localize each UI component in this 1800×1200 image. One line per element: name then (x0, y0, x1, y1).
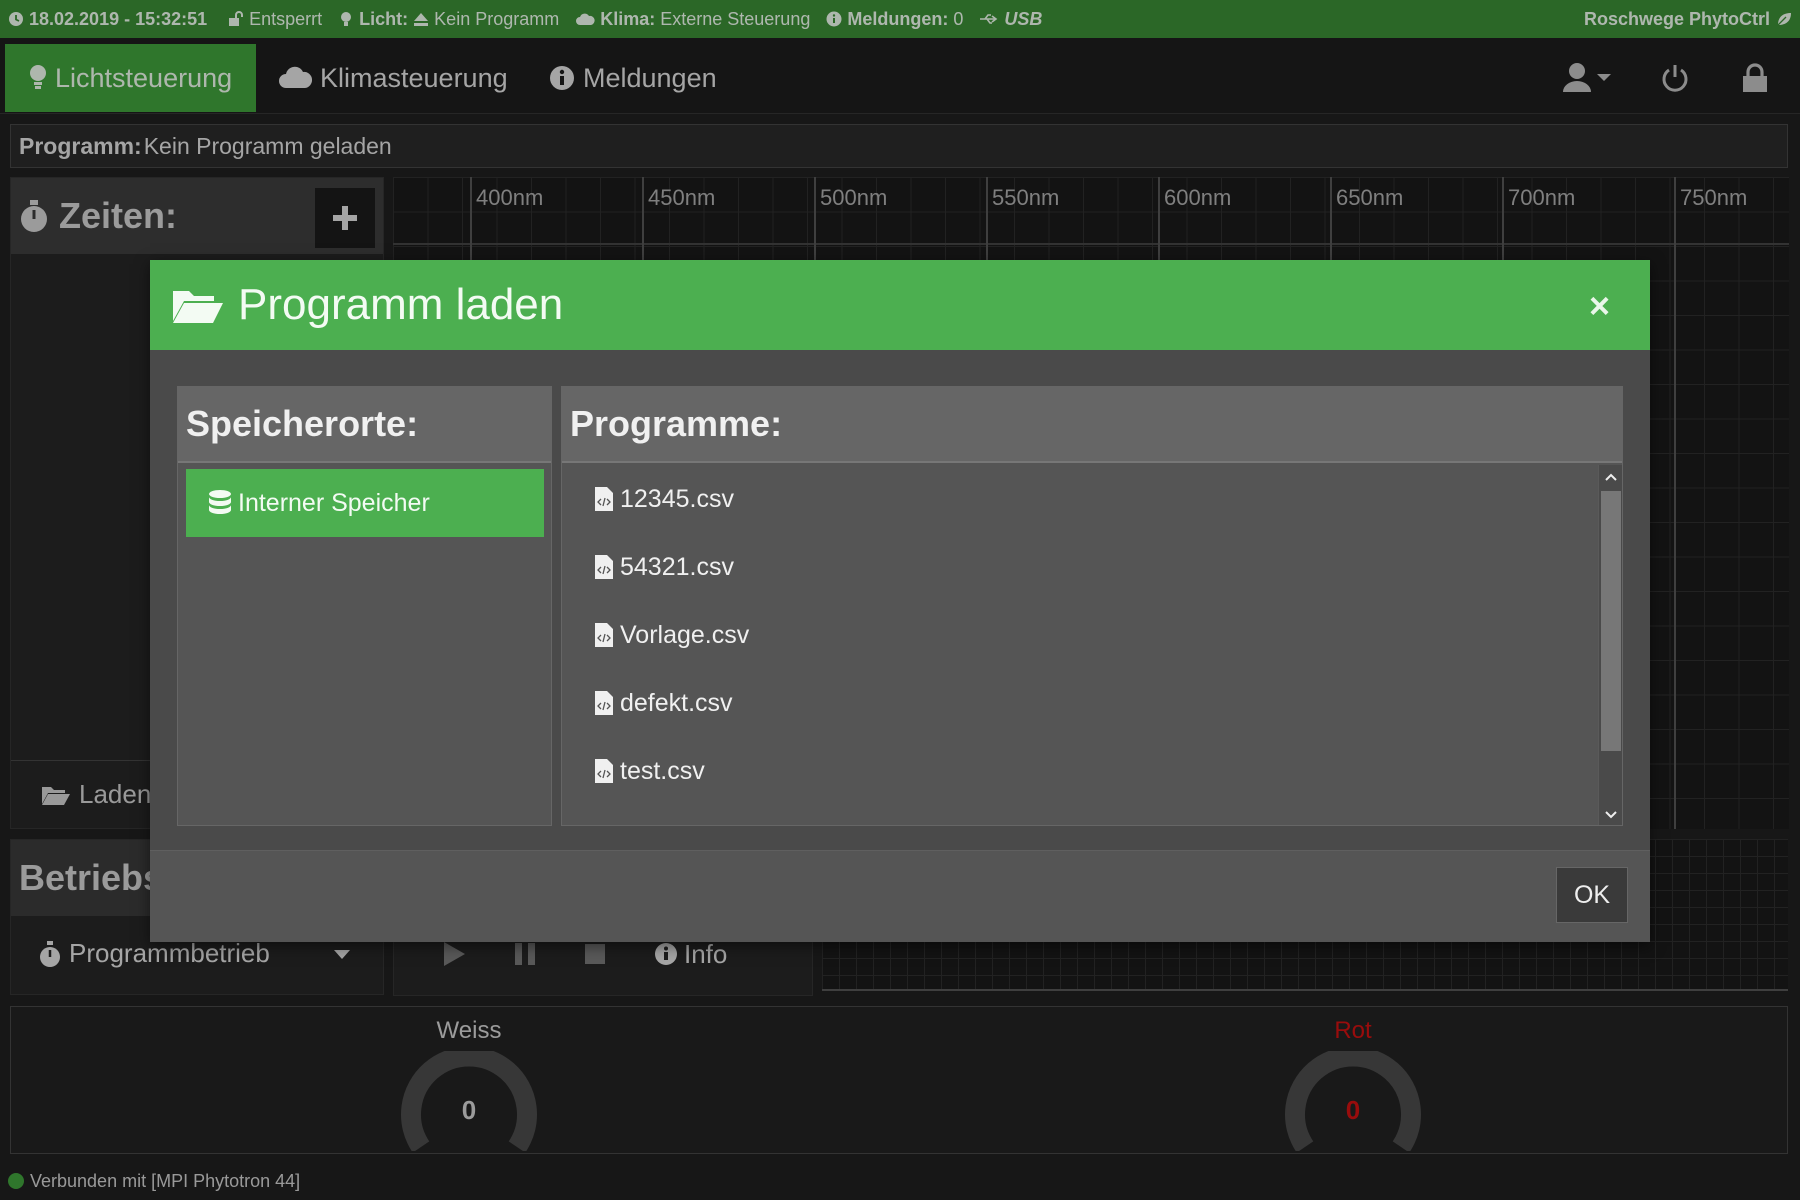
storage-item-internal[interactable]: Interner Speicher (186, 469, 544, 537)
scroll-up-arrow[interactable] (1599, 465, 1622, 489)
chevron-up-icon (1605, 473, 1617, 481)
storage-locations-title: Speicherorte: (178, 387, 551, 463)
file-item[interactable]: 12345.csv (562, 465, 1622, 533)
code-file-icon (595, 759, 613, 783)
file-item[interactable]: Vorlage.csv (562, 601, 1622, 669)
database-icon (209, 490, 231, 514)
dialog-body: Speicherorte: Interner Speicher Programm… (150, 350, 1650, 850)
file-item[interactable]: defekt.csv (562, 669, 1622, 737)
file-name: Vorlage.csv (620, 620, 750, 649)
scrollbar-thumb[interactable] (1601, 491, 1621, 751)
load-program-dialog: Programm laden × Speicherorte: Interner … (150, 260, 1650, 942)
dialog-title: Programm laden (238, 280, 564, 329)
file-name: defekt.csv (620, 688, 733, 717)
file-item[interactable]: test.csv (562, 737, 1622, 805)
scroll-down-arrow[interactable] (1599, 803, 1622, 825)
file-name: 12345.csv (620, 484, 734, 513)
file-item[interactable]: 54321.csv (562, 533, 1622, 601)
file-name: test.csv (620, 756, 705, 785)
file-list-scrollbar[interactable] (1598, 465, 1622, 825)
code-file-icon (595, 555, 613, 579)
programs-title: Programme: (562, 387, 1622, 463)
dialog-header: Programm laden × (150, 260, 1650, 350)
file-name: 54321.csv (620, 552, 734, 581)
chevron-down-icon (1605, 811, 1617, 819)
storage-locations-pane: Speicherorte: Interner Speicher (177, 386, 552, 826)
code-file-icon (595, 691, 613, 715)
programs-pane: Programme: 12345.csv 54321.csv Vorlage.c… (561, 386, 1623, 826)
close-button[interactable]: × (1589, 288, 1610, 324)
program-file-list: 12345.csv 54321.csv Vorlage.csv defekt.c… (562, 465, 1622, 825)
code-file-icon (595, 623, 613, 647)
folder-open-icon (173, 291, 223, 323)
ok-button[interactable]: OK (1556, 867, 1628, 923)
code-file-icon (595, 487, 613, 511)
storage-item-label: Interner Speicher (238, 488, 430, 517)
dialog-footer: OK (150, 850, 1650, 942)
file-item[interactable] (562, 805, 1622, 825)
